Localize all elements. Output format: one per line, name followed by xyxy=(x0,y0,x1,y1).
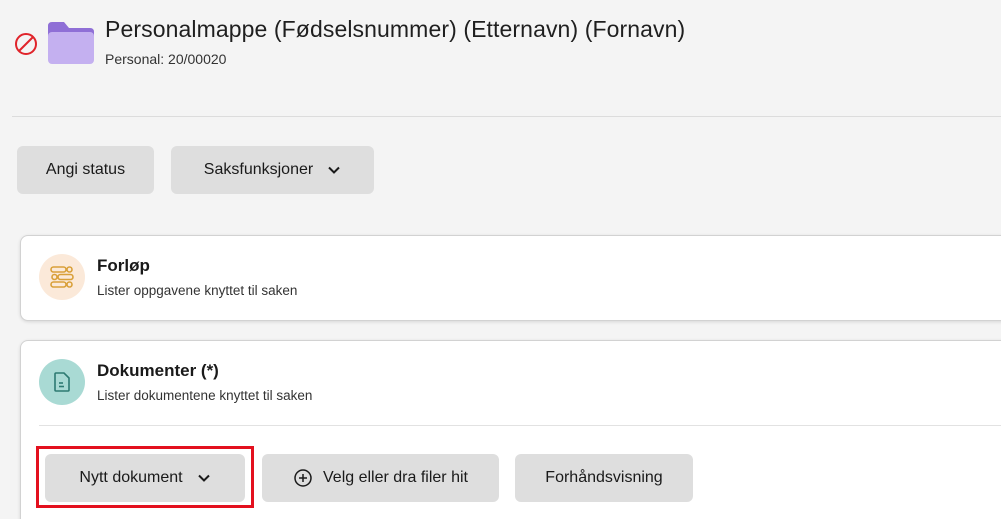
forlop-title: Forløp xyxy=(97,256,150,275)
set-status-button[interactable]: Angi status xyxy=(17,146,154,194)
upload-files-label: Velg eller dra filer hit xyxy=(323,469,468,486)
case-functions-button[interactable]: Saksfunksjoner xyxy=(171,146,374,194)
case-number: Personal: 20/00020 xyxy=(105,51,227,67)
dokumenter-divider xyxy=(39,425,1001,426)
preview-button[interactable]: Forhåndsvisning xyxy=(515,454,693,502)
highlight-box xyxy=(36,446,254,508)
upload-files-button[interactable]: Velg eller dra filer hit xyxy=(262,454,499,502)
set-status-label: Angi status xyxy=(45,161,126,178)
chevron-down-icon xyxy=(328,166,340,174)
document-icon xyxy=(39,359,85,405)
dokumenter-description: Lister dokumentene knyttet til saken xyxy=(97,388,313,403)
page-title: Personalmappe (Fødselsnummer) (Etternavn… xyxy=(105,16,686,42)
forlop-card[interactable]: Forløp Lister oppgavene knyttet til sake… xyxy=(20,235,1001,321)
header-divider xyxy=(12,116,1001,117)
case-functions-label: Saksfunksjoner xyxy=(203,161,314,178)
preview-label: Forhåndsvisning xyxy=(545,469,663,486)
case-page: Personalmappe (Fødselsnummer) (Etternavn… xyxy=(0,0,1001,519)
dokumenter-title: Dokumenter (*) xyxy=(97,361,219,380)
workflow-icon xyxy=(39,254,85,300)
no-entry-icon xyxy=(15,33,37,55)
add-circle-icon xyxy=(294,469,312,487)
forlop-description: Lister oppgavene knyttet til saken xyxy=(97,283,298,298)
folder-icon xyxy=(48,22,94,64)
